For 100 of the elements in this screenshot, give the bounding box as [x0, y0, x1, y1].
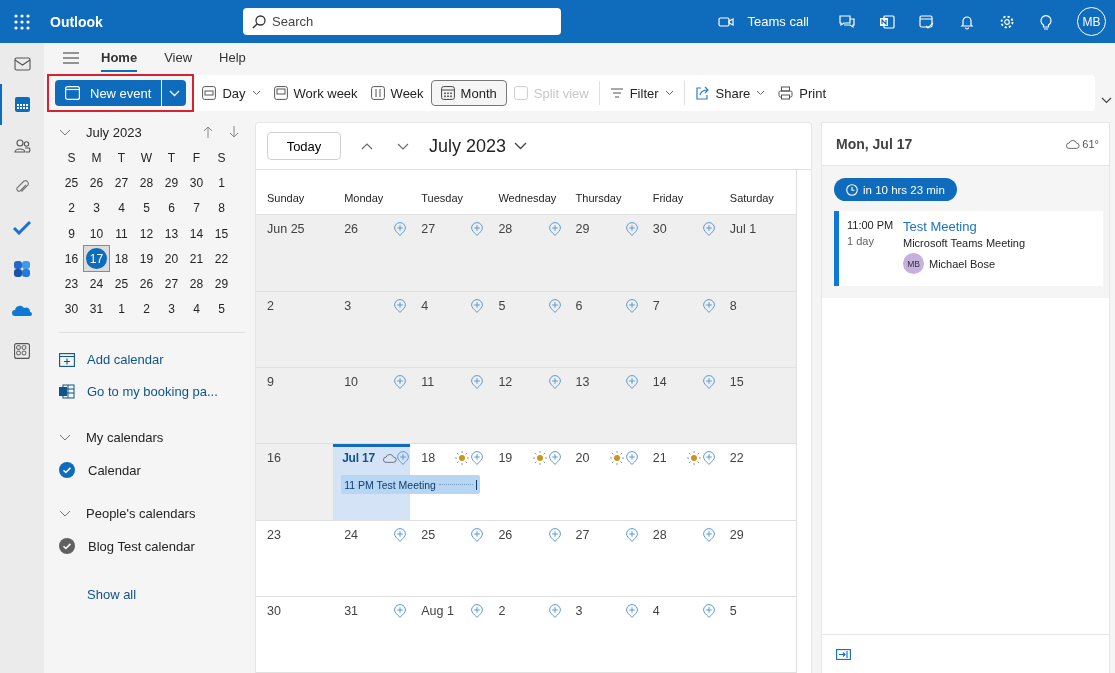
mini-calendar-day[interactable]: 21 — [184, 246, 209, 272]
mini-calendar-day[interactable]: 26 — [84, 170, 109, 196]
arrow-up-icon[interactable] — [203, 126, 213, 138]
mini-calendar-day[interactable]: 2 — [59, 195, 84, 221]
month-button[interactable]: Month — [430, 80, 507, 106]
event-card[interactable]: 11:00 PM 1 day Test Meeting Microsoft Teams Meeting MB Michael Bose — [834, 211, 1103, 286]
mini-calendar-day[interactable]: 2 — [134, 296, 159, 323]
add-event-icon[interactable] — [394, 527, 407, 542]
filter-button[interactable]: Filter — [603, 80, 680, 106]
mini-calendar-day[interactable]: 30 — [59, 296, 84, 323]
sidebar-link[interactable]: Go to my booking pa... — [87, 383, 218, 399]
mini-calendar-day[interactable]: 25 — [109, 271, 134, 297]
mini-calendar-day[interactable]: 24 — [84, 271, 109, 297]
calendar-group-title[interactable]: People's calendars — [86, 505, 196, 521]
add-event-icon[interactable] — [702, 527, 715, 542]
mini-calendar-day[interactable]: 15 — [209, 220, 234, 247]
add-event-icon[interactable] — [471, 603, 484, 618]
teams-call-button[interactable]: Teams call — [711, 10, 815, 33]
add-event-icon[interactable] — [471, 527, 484, 542]
add-event-icon[interactable] — [702, 222, 715, 237]
app-launcher-icon[interactable] — [14, 13, 30, 30]
workweek-button[interactable]: Work week — [267, 80, 364, 106]
mini-calendar-day[interactable]: 17 — [84, 246, 109, 272]
mini-calendar-day[interactable]: 4 — [184, 296, 209, 323]
sidebar-link[interactable]: Add calendar — [87, 351, 164, 367]
calendar-event[interactable]: 11 PM Test Meeting — [341, 475, 481, 495]
mini-calendar-day[interactable]: 7 — [184, 195, 209, 221]
mini-calendar-day[interactable]: 5 — [134, 195, 159, 221]
mini-calendar-day[interactable]: 6 — [159, 195, 184, 221]
add-event-icon[interactable] — [625, 298, 638, 313]
add-event-icon[interactable] — [702, 298, 715, 313]
month-title[interactable]: July 2023 — [423, 134, 534, 158]
day-button[interactable]: Day — [196, 80, 267, 106]
add-event-icon[interactable] — [397, 451, 410, 466]
add-event-icon[interactable] — [702, 451, 715, 466]
mini-calendar-day[interactable]: 4 — [109, 195, 134, 221]
mini-calendar-day[interactable]: 1 — [109, 296, 134, 323]
add-event-icon[interactable] — [702, 374, 715, 389]
add-event-icon[interactable] — [702, 603, 715, 618]
calendar-checkbox[interactable] — [59, 538, 75, 555]
mini-calendar-day[interactable]: 14 — [184, 220, 209, 247]
mini-calendar-day[interactable]: 3 — [159, 296, 184, 323]
mini-calendar-day[interactable]: 16 — [59, 246, 84, 272]
week-button[interactable]: Week — [364, 80, 430, 106]
bell-icon[interactable] — [959, 13, 975, 30]
mini-calendar-day[interactable]: 26 — [134, 271, 159, 297]
add-event-icon[interactable] — [625, 451, 638, 466]
show-all-link[interactable]: Show all — [87, 587, 255, 603]
chevron-down-icon[interactable] — [59, 433, 71, 441]
add-event-icon[interactable] — [548, 527, 561, 542]
add-event-icon[interactable] — [394, 603, 407, 618]
mini-calendar-day[interactable]: 29 — [209, 271, 234, 297]
calendar-check-icon[interactable] — [919, 13, 935, 30]
calendar-name[interactable]: Calendar — [88, 462, 141, 478]
mini-calendar-day[interactable]: 11 — [109, 220, 134, 247]
chevron-down-icon[interactable] — [1101, 96, 1112, 104]
settings-icon[interactable] — [999, 13, 1015, 30]
add-event-icon[interactable] — [548, 374, 561, 389]
add-event-icon[interactable] — [471, 374, 484, 389]
chevron-down-icon[interactable] — [59, 128, 71, 136]
share-button[interactable]: Share — [688, 80, 772, 106]
add-event-icon[interactable] — [471, 298, 484, 313]
add-event-icon[interactable] — [394, 222, 407, 237]
mini-calendar-day[interactable]: 22 — [209, 246, 234, 272]
notes-icon[interactable] — [879, 13, 895, 30]
mini-calendar-day[interactable]: 31 — [84, 296, 109, 323]
add-event-icon[interactable] — [625, 603, 638, 618]
mini-calendar-day[interactable]: 27 — [159, 271, 184, 297]
mini-calendar-day[interactable]: 1 — [209, 170, 234, 196]
calendar-group-title[interactable]: My calendars — [86, 429, 164, 445]
panel-expand-icon[interactable] — [836, 648, 851, 660]
mini-calendar-day[interactable]: 12 — [134, 220, 159, 247]
mini-calendar-day[interactable]: 28 — [134, 170, 159, 196]
ribbon-tab[interactable]: View — [164, 43, 193, 72]
calendar-checkbox[interactable] — [59, 462, 75, 479]
mini-calendar-day[interactable]: 18 — [109, 246, 134, 272]
chevron-down-icon[interactable] — [397, 142, 409, 150]
app-name[interactable]: Outlook — [50, 13, 243, 30]
lightbulb-icon[interactable] — [1039, 13, 1053, 30]
add-event-icon[interactable] — [394, 298, 407, 313]
add-event-icon[interactable] — [471, 451, 484, 466]
mini-calendar-day[interactable]: 19 — [134, 246, 159, 272]
mini-calendar-day[interactable]: 5 — [209, 296, 234, 323]
add-event-icon[interactable] — [625, 374, 638, 389]
add-event-icon[interactable] — [548, 603, 561, 618]
mini-calendar-day[interactable]: 3 — [84, 195, 109, 221]
add-event-icon[interactable] — [625, 222, 638, 237]
menu-icon[interactable] — [63, 51, 79, 64]
add-event-icon[interactable] — [548, 222, 561, 237]
calendar-name[interactable]: Blog Test calendar — [88, 538, 195, 554]
mini-calendar-day[interactable]: 29 — [159, 170, 184, 196]
today-button[interactable]: Today — [267, 132, 341, 160]
mini-calendar-day[interactable]: 9 — [59, 220, 84, 247]
mini-calendar-day[interactable]: 30 — [184, 170, 209, 196]
mini-calendar-day[interactable]: 10 — [84, 220, 109, 247]
add-event-icon[interactable] — [625, 527, 638, 542]
mini-calendar-day[interactable]: 25 — [59, 170, 84, 196]
add-event-icon[interactable] — [548, 451, 561, 466]
print-button[interactable]: Print — [772, 80, 832, 106]
chevron-down-icon[interactable] — [59, 509, 71, 517]
